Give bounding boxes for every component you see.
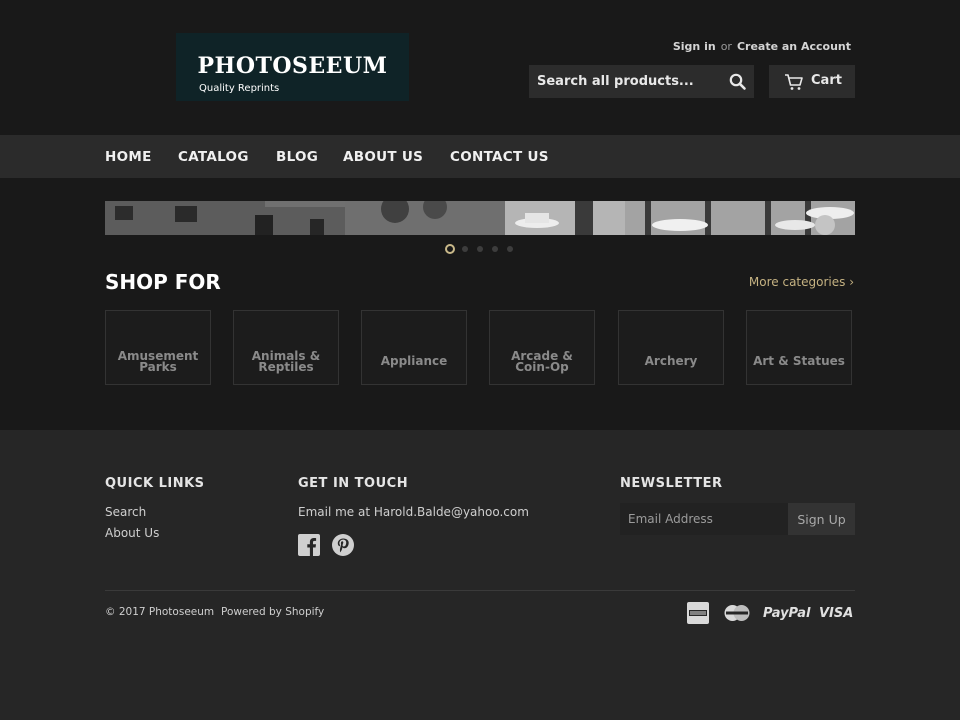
category-tile[interactable]: Amusement Parks (105, 310, 211, 385)
category-tile[interactable]: Arcade & Coin-Op (489, 310, 595, 385)
category-label: Art & Statues (753, 354, 845, 368)
shop-for-title: SHOP FOR (105, 270, 221, 294)
cart-button[interactable]: Cart (769, 65, 855, 98)
slideshow-dot[interactable] (445, 244, 455, 254)
powered-by-link[interactable]: Powered by Shopify (221, 606, 324, 618)
footer-divider (105, 590, 855, 591)
nav-catalog[interactable]: CATALOG (178, 149, 249, 165)
cart-label: Cart (811, 73, 842, 88)
american-express-icon (687, 602, 709, 624)
category-label: Arcade & Coin-Op (511, 348, 573, 374)
slideshow-image[interactable] (105, 201, 855, 235)
logo-subtitle: Quality Reprints (199, 83, 280, 94)
slideshow-dot[interactable] (462, 246, 468, 252)
visa-icon: VISA (819, 606, 854, 621)
copyright-text: © 2017 Photoseeum (105, 606, 215, 618)
search-input[interactable] (529, 65, 719, 98)
category-tile[interactable]: Appliance (361, 310, 467, 385)
search-icon (729, 73, 746, 90)
site-logo[interactable]: PHOTOSEEUM Quality Reprints (176, 33, 409, 101)
pinterest-link[interactable] (332, 534, 354, 556)
footer-link-about-us[interactable]: About Us (105, 526, 159, 540)
footer-link-search[interactable]: Search (105, 505, 146, 519)
nav-blog[interactable]: BLOG (276, 149, 318, 165)
search-button[interactable] (728, 72, 748, 92)
sign-in-link[interactable]: Sign in (673, 40, 716, 53)
banner-photo (105, 201, 855, 235)
category-label: Appliance (380, 354, 448, 368)
mastercard-icon (723, 602, 751, 624)
facebook-icon (298, 534, 320, 556)
quick-links-title: QUICK LINKS (105, 476, 205, 491)
site-header: PHOTOSEEUM Quality Reprints Sign in or Cre… (0, 0, 960, 135)
logo-title: PHOTOSEEUM (197, 53, 388, 79)
slideshow-dot[interactable] (477, 246, 483, 252)
pinterest-icon (332, 534, 354, 556)
main-nav: HOME CATALOG BLOG ABOUT US CONTACT US (0, 135, 960, 178)
get-in-touch-title: GET IN TOUCH (298, 476, 409, 491)
newsletter-signup-button[interactable]: Sign Up (788, 503, 855, 535)
category-tile[interactable]: Animals & Reptiles (233, 310, 339, 385)
create-account-link[interactable]: Create an Account (737, 40, 851, 53)
contact-email-text: Email me at Harold.Balde@yahoo.com (298, 505, 529, 519)
slideshow-dot[interactable] (507, 246, 513, 252)
more-categories-link[interactable]: More categories › (749, 275, 854, 289)
nav-home[interactable]: HOME (105, 149, 152, 165)
main-content: SHOP FOR More categories › Amusement Par… (0, 178, 960, 430)
category-label: Archery (644, 354, 698, 368)
paypal-icon: PayPal (763, 606, 811, 621)
category-label: Animals & Reptiles (251, 348, 321, 374)
category-tile[interactable]: Archery (618, 310, 724, 385)
newsletter-email-input[interactable] (620, 503, 788, 535)
nav-about-us[interactable]: ABOUT US (343, 149, 423, 165)
facebook-link[interactable] (298, 534, 320, 556)
search-form (529, 65, 754, 98)
nav-contact-us[interactable]: CONTACT US (450, 149, 549, 165)
site-footer: QUICK LINKS Search About Us GET IN TOUCH… (0, 430, 960, 720)
slideshow-dot[interactable] (492, 246, 498, 252)
account-links: Sign in or Create an Account (673, 40, 851, 53)
or-separator: or (720, 40, 732, 53)
category-tile[interactable]: Art & Statues (746, 310, 852, 385)
newsletter-title: NEWSLETTER (620, 476, 723, 491)
category-label: Amusement Parks (117, 348, 199, 374)
cart-icon (785, 74, 803, 90)
